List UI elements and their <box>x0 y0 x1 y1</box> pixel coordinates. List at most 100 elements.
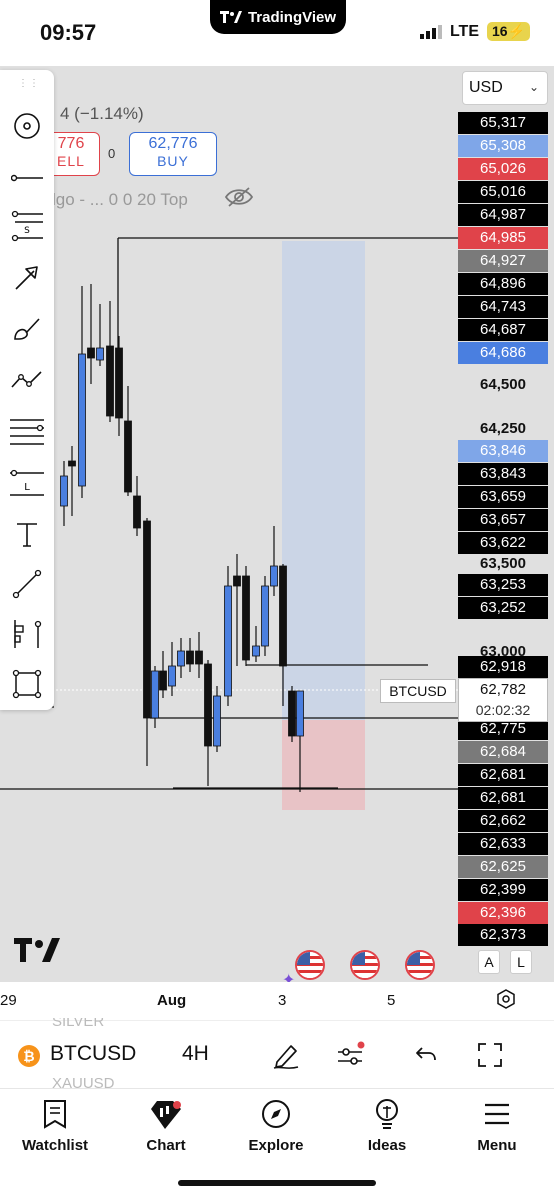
price-label: 64,985 <box>458 227 548 249</box>
price-label: 64,896 <box>458 273 548 295</box>
indicator-legend[interactable]: lgo - ... 0 0 20 Top <box>52 190 188 210</box>
nav-menu[interactable]: Menu <box>447 1097 547 1154</box>
forecast-tool-icon[interactable] <box>9 616 45 652</box>
fullscreen-icon[interactable] <box>474 1039 506 1071</box>
price-label: 62,396 <box>458 902 548 924</box>
watchlist-icon <box>5 1097 105 1131</box>
time-axis[interactable]: 29 Aug 3 5 <box>0 982 554 1018</box>
trend-line-tool-icon[interactable] <box>9 160 45 196</box>
nav-ideas[interactable]: Ideas <box>337 1097 437 1154</box>
price-label: 63,843 <box>458 463 548 485</box>
nav-label: Ideas <box>367 1137 407 1154</box>
bar-countdown: 02:02:32 <box>475 702 531 718</box>
buy-label: BUY <box>157 153 189 169</box>
candles-group[interactable] <box>60 284 304 792</box>
candle-body <box>296 690 304 737</box>
price-label: 62,684 <box>458 741 548 763</box>
price-label: 64,927 <box>458 250 548 272</box>
candle-body <box>270 565 278 587</box>
price-label: 65,026 <box>458 158 548 180</box>
chevron-down-icon: ⌄ <box>528 80 539 94</box>
nav-chart[interactable]: Chart <box>116 1097 216 1154</box>
price-label: 65,308 <box>458 135 548 157</box>
nav-explore[interactable]: Explore <box>226 1097 326 1154</box>
candle-body <box>115 347 123 419</box>
candle-body <box>143 520 151 719</box>
candle-body <box>96 347 104 361</box>
time-label: 5 <box>387 992 396 1009</box>
price-label: 63,622 <box>458 532 548 554</box>
interval-button[interactable]: 4H <box>182 1042 209 1066</box>
auto-scale-button[interactable]: A <box>478 950 500 974</box>
fib-tool-icon[interactable]: S <box>9 208 45 244</box>
ruler-tool-icon[interactable] <box>9 566 45 602</box>
target-zone[interactable] <box>282 241 365 720</box>
svg-text:L: L <box>24 482 30 493</box>
arrow-tool-icon[interactable] <box>9 260 45 296</box>
price-label: 64,987 <box>458 204 548 226</box>
buy-price: 62,776 <box>148 135 198 152</box>
price-label: 65,317 <box>458 112 548 134</box>
candle-body <box>168 665 176 687</box>
price-label: 62,399 <box>458 879 548 901</box>
brush-tool-icon[interactable] <box>9 312 45 348</box>
symbol-bar: SILVER ₿ BTCUSD 4H XAUUSD <box>0 1013 554 1092</box>
candle-body <box>242 575 250 661</box>
nav-watchlist[interactable]: Watchlist <box>5 1097 105 1154</box>
home-indicator <box>178 1180 376 1186</box>
price-label: 64,250 <box>480 420 526 437</box>
us-flag-event-icon[interactable] <box>295 950 325 980</box>
price-axis[interactable]: 65,317 65,308 65,026 65,016 64,987 64,985 64,9… <box>458 66 554 1018</box>
candle-body <box>87 347 95 359</box>
indicators-icon[interactable] <box>334 1039 366 1071</box>
undo-icon[interactable] <box>410 1039 442 1071</box>
us-flag-event-icon[interactable] <box>350 950 380 980</box>
currency-value: USD <box>469 79 503 96</box>
candle-body <box>195 650 203 665</box>
log-scale-button[interactable]: L <box>510 950 532 974</box>
draw-pen-icon[interactable] <box>270 1039 302 1071</box>
pattern-tool-icon[interactable] <box>9 362 45 398</box>
currency-select[interactable]: USD ⌄ <box>462 71 548 105</box>
candle-body <box>177 650 185 667</box>
time-label: Aug <box>157 992 187 1009</box>
price-label: 62,373 <box>458 924 548 946</box>
price-label: 62,662 <box>458 810 548 832</box>
price-label: 65,016 <box>458 181 548 203</box>
tradingview-watermark-icon <box>14 938 60 967</box>
crosshair-tool-icon[interactable] <box>9 108 45 144</box>
text-tool-icon[interactable] <box>9 516 45 552</box>
long-position-tool-icon[interactable]: L <box>9 466 45 502</box>
status-bar: 09:57 TradingView LTE 16⚡ <box>0 0 554 62</box>
price-label: 63,253 <box>458 574 548 596</box>
price-label: 64,686 <box>458 342 548 364</box>
hide-eye-icon[interactable] <box>224 186 254 213</box>
candle-body <box>106 345 114 417</box>
price-label: 62,681 <box>458 787 548 809</box>
price-label: 63,252 <box>458 597 548 619</box>
candle-body <box>261 585 269 647</box>
candle-body <box>159 670 167 691</box>
toolbar-grip-icon[interactable]: ⋮⋮ <box>18 78 40 89</box>
bulb-icon <box>337 1097 437 1131</box>
app-badge: TradingView <box>210 0 346 34</box>
lines-tool-icon[interactable] <box>9 414 45 450</box>
us-flag-event-icon[interactable] <box>405 950 435 980</box>
candle-body <box>288 690 296 737</box>
candle-body <box>279 565 287 667</box>
settings-hexagon-icon[interactable] <box>496 989 516 1013</box>
nav-label: Explore <box>248 1137 304 1154</box>
symbol-name[interactable]: BTCUSD <box>50 1042 136 1066</box>
svg-text:S: S <box>24 226 30 236</box>
change-percent: 4 (−1.14%) <box>60 104 144 123</box>
price-label: 64,687 <box>458 319 548 341</box>
rectangle-tool-icon[interactable] <box>9 666 45 702</box>
candle-body <box>133 495 141 529</box>
compass-icon <box>226 1097 326 1131</box>
price-label: 63,846 <box>458 440 548 462</box>
chart-area[interactable]: ⋮⋮ S L 4 (−1.14%) 776 ELL 0 62,776 BUY l… <box>0 66 554 1018</box>
chart-icon <box>116 1097 216 1131</box>
candle-body <box>60 475 68 507</box>
buy-button[interactable]: 62,776 BUY <box>129 132 217 176</box>
time-label: 3 <box>278 992 287 1009</box>
